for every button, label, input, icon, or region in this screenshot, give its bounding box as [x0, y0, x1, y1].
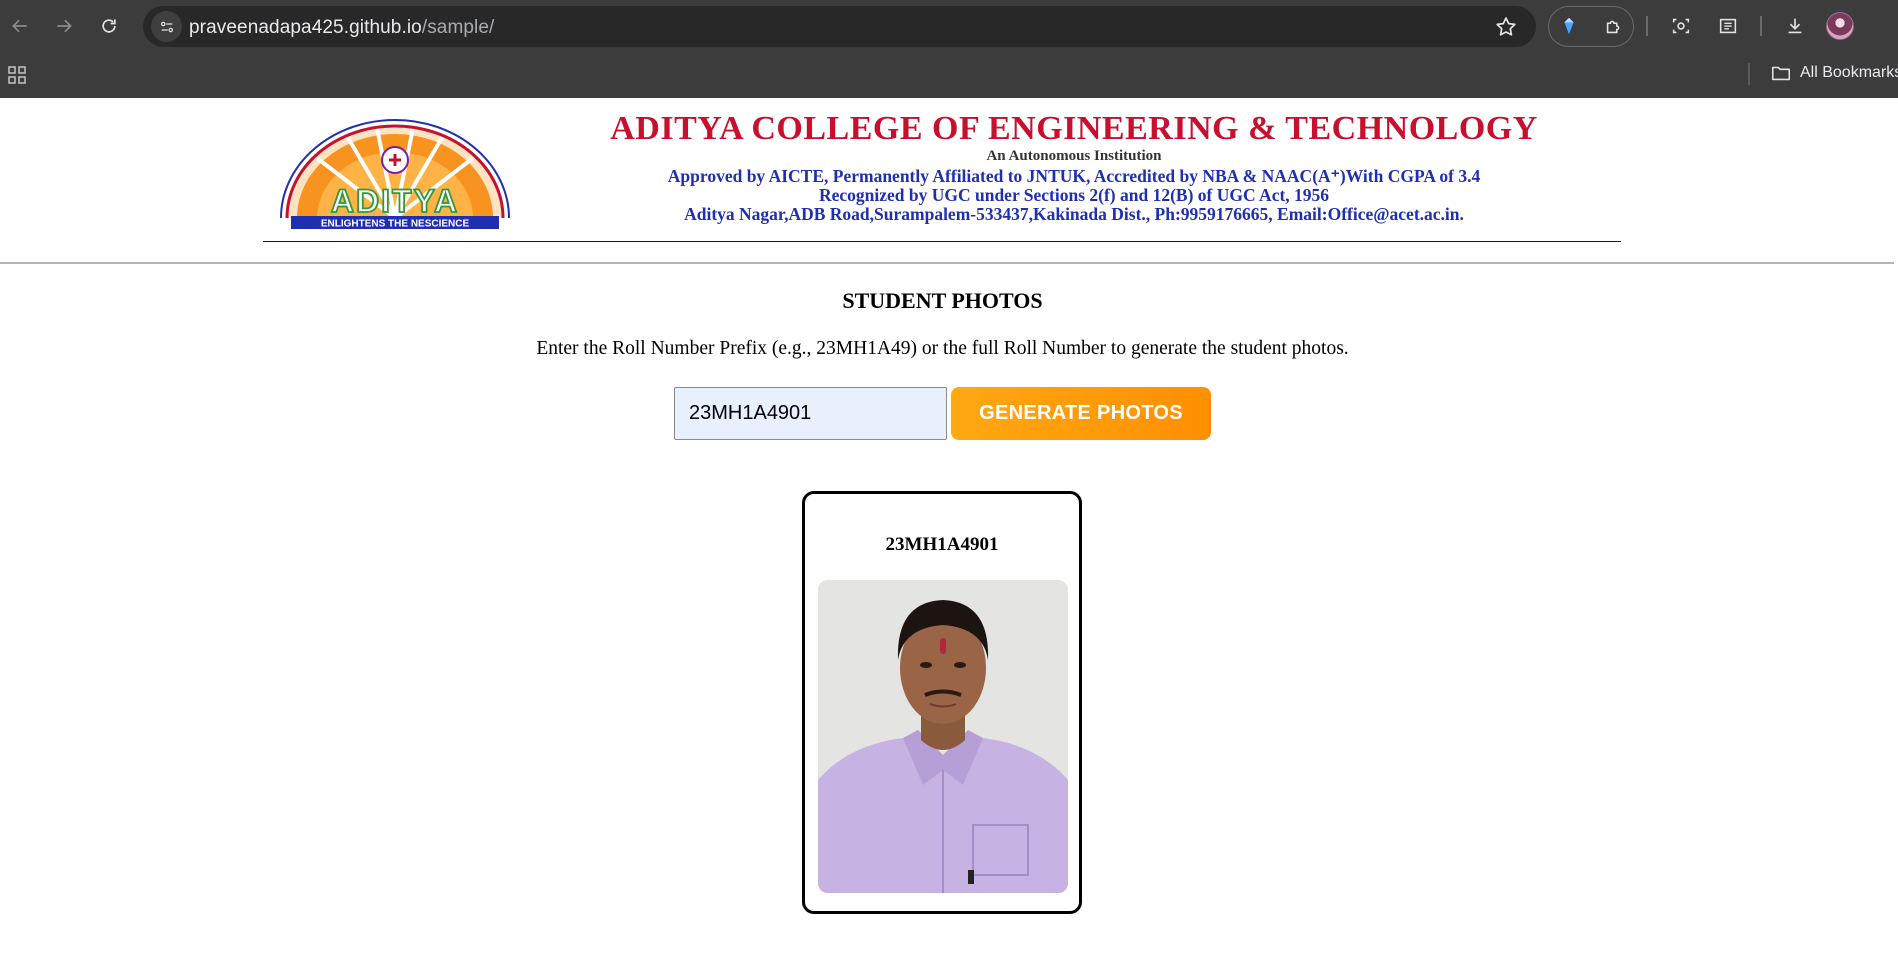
header-divider	[0, 262, 1898, 264]
photo-card: 23MH1A4901	[802, 491, 1082, 914]
extensions-icon[interactable]	[1601, 13, 1627, 39]
instruction-text: Enter the Roll Number Prefix (e.g., 23MH…	[536, 338, 1349, 359]
all-bookmarks-label: All Bookmarks	[1800, 64, 1898, 81]
generate-photos-button[interactable]: GENERATE PHOTOS	[951, 387, 1211, 440]
apps-grid-icon[interactable]	[7, 65, 27, 85]
college-name: ADITYA COLLEGE OF ENGINEERING & TECHNOLO…	[610, 110, 1538, 147]
profile-avatar[interactable]	[1826, 12, 1854, 40]
back-icon[interactable]	[5, 11, 35, 41]
roll-number-input[interactable]	[674, 387, 947, 440]
star-icon[interactable]	[1494, 15, 1518, 39]
all-bookmarks-button[interactable]: All Bookmarks	[1770, 62, 1898, 84]
address-bar[interactable]: praveenadapa425.github.io/sample/	[143, 6, 1536, 47]
url-host: praveenadapa425.github.io	[189, 17, 422, 38]
toolbar-separator	[1646, 16, 1648, 36]
forward-icon[interactable]	[49, 11, 79, 41]
student-photo	[818, 580, 1068, 893]
address-line: Aditya Nagar,ADB Road,Surampalem-533437,…	[684, 204, 1464, 224]
reload-icon[interactable]	[94, 11, 124, 41]
page-title: STUDENT PHOTOS	[842, 288, 1043, 313]
screenshot-icon[interactable]	[1668, 13, 1694, 39]
recognition-line: Recognized by UGC under Sections 2(f) an…	[818, 185, 1330, 205]
scrollbar-track[interactable]	[1894, 98, 1898, 963]
folder-icon	[1771, 66, 1791, 81]
college-banner: ADITYA ENLIGHTENS THE NESCIENCE ADITYA C…	[263, 110, 1621, 242]
college-logo: ADITYA ENLIGHTENS THE NESCIENCE	[277, 118, 513, 232]
card-roll-number: 23MH1A4901	[885, 534, 999, 555]
reading-list-icon[interactable]	[1715, 13, 1741, 39]
browser-toolbar: praveenadapa425.github.io/sample/	[0, 0, 1898, 53]
gemini-icon[interactable]	[1556, 13, 1582, 39]
download-icon[interactable]	[1782, 13, 1808, 39]
page-viewport: ADITYA ENLIGHTENS THE NESCIENCE ADITYA C…	[0, 98, 1898, 963]
accreditation-line: Approved by AICTE, Permanently Affiliate…	[667, 166, 1481, 186]
url-text[interactable]: praveenadapa425.github.io/sample/	[189, 17, 494, 39]
site-info-icon[interactable]	[151, 11, 182, 42]
toolbar-separator	[1760, 16, 1762, 36]
bookmarks-bar: All Bookmarks	[0, 53, 1898, 98]
url-path: /sample/	[421, 17, 495, 38]
logo-tagline: ENLIGHTENS THE NESCIENCE	[321, 219, 470, 230]
bookmarks-separator	[1748, 63, 1750, 85]
logo-wordmark: ADITYA	[331, 183, 459, 219]
autonomous-label: An Autonomous Institution	[986, 148, 1162, 164]
